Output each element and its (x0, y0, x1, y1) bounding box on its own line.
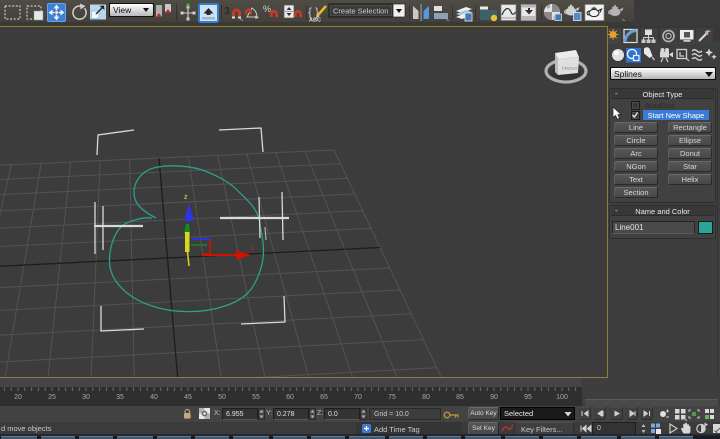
svg-text:Create Selection: Create Selection (333, 7, 388, 16)
svg-text:3: 3 (224, 5, 230, 17)
svg-text:%: % (263, 4, 271, 14)
svg-text:z: z (184, 194, 188, 201)
svg-text:ABC: ABC (309, 18, 321, 24)
svg-text:x: x (251, 246, 254, 252)
svg-text:FRONT: FRONT (562, 66, 578, 71)
svg-text:View: View (113, 5, 132, 15)
